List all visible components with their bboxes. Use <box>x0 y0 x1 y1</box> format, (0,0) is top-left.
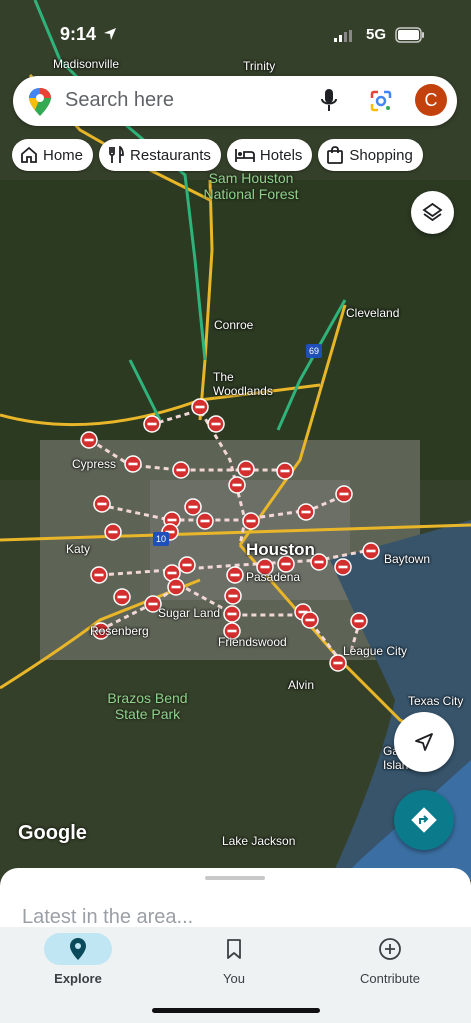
map-label-friendswood: Friendswood <box>218 635 287 649</box>
nav-explore-label: Explore <box>54 971 102 986</box>
directions-icon <box>411 807 437 833</box>
chip-label: Restaurants <box>130 146 211 164</box>
chip-home[interactable]: Home <box>12 139 94 171</box>
road-closure-icon[interactable] <box>104 523 122 541</box>
map-label-houston: Houston <box>246 540 315 559</box>
location-pin-icon <box>70 938 86 960</box>
road-closure-icon[interactable] <box>207 415 225 433</box>
road-closure-icon[interactable] <box>224 587 242 605</box>
shopping-bag-icon <box>327 146 344 164</box>
road-closure-icon[interactable] <box>178 556 196 574</box>
road-closure-icon[interactable] <box>334 558 352 576</box>
search-input[interactable]: Search here <box>65 89 174 112</box>
map-label-texas-city: Texas City <box>408 694 464 708</box>
road-shield-10: 10 <box>153 532 169 546</box>
map-label-alvin: Alvin <box>288 678 315 692</box>
road-closure-icon[interactable] <box>143 415 161 433</box>
map-label-baytown: Baytown <box>384 552 431 566</box>
status-bar: 9:14 5G <box>0 22 471 50</box>
road-closure-icon[interactable] <box>80 431 98 449</box>
battery-icon <box>395 27 424 43</box>
map-label-trinity: Trinity <box>243 59 276 73</box>
latest-heading: Latest in the area... <box>22 906 194 928</box>
bookmark-icon <box>227 939 241 959</box>
road-closure-icon[interactable] <box>191 398 209 416</box>
avatar[interactable]: C <box>415 84 447 116</box>
map-label-forest: Sam Houston National Forest <box>203 170 299 202</box>
road-closure-icon[interactable] <box>276 462 294 480</box>
map-label-pasadena: Pasadena <box>246 570 301 584</box>
nav-you[interactable]: You <box>174 933 294 986</box>
chip-label: Hotels <box>259 146 303 164</box>
road-closure-icon[interactable] <box>335 485 353 503</box>
road-closure-icon[interactable] <box>184 498 202 516</box>
restaurant-icon <box>109 146 124 163</box>
navigation-arrow-icon <box>415 733 433 751</box>
map-label-katy: Katy <box>66 542 91 556</box>
road-closure-icon[interactable] <box>297 503 315 521</box>
road-closure-icon[interactable] <box>237 460 255 478</box>
chip-restaurants[interactable]: Restaurants <box>99 139 221 171</box>
chip-label: Home <box>43 146 84 164</box>
road-shield-69: 69 <box>306 344 322 358</box>
status-time: 9:14 <box>60 24 97 44</box>
layers-icon <box>422 202 443 222</box>
road-closure-icon[interactable] <box>93 495 111 513</box>
search-bar[interactable]: Search here C <box>13 76 457 126</box>
road-closure-icon[interactable] <box>223 605 241 623</box>
nav-you-label: You <box>223 971 245 986</box>
sheet-drag-handle[interactable] <box>205 876 265 880</box>
road-closure-icon[interactable] <box>350 612 368 630</box>
map-label-rosenberg: Rosenberg <box>90 624 149 638</box>
add-circle-icon <box>379 938 401 960</box>
chip-shopping[interactable]: Shopping <box>318 139 423 171</box>
home-indicator <box>152 1008 320 1013</box>
road-closure-icon[interactable] <box>242 512 260 530</box>
nav-contribute-label: Contribute <box>360 971 420 986</box>
map-label-cleveland: Cleveland <box>346 306 400 320</box>
google-attribution: Google <box>18 822 87 844</box>
road-closure-icon[interactable] <box>113 588 131 606</box>
nav-contribute[interactable]: Contribute <box>330 933 450 986</box>
directions-button[interactable] <box>394 790 454 850</box>
home-icon <box>21 146 37 163</box>
road-closure-icon[interactable] <box>167 578 185 596</box>
signal-icon <box>334 30 352 42</box>
map-label-madisonville: Madisonville <box>53 57 120 71</box>
nav-explore[interactable]: Explore <box>18 933 138 986</box>
maps-pin-logo-icon <box>29 88 51 116</box>
category-chips: Home Restaurants Hotels Shopping <box>12 139 471 173</box>
road-closure-icon[interactable] <box>226 566 244 584</box>
nav-explore-active-pill <box>44 933 112 965</box>
chip-label: Shopping <box>349 146 413 164</box>
road-closure-icon[interactable] <box>124 455 142 473</box>
road-closure-icon[interactable] <box>301 611 319 629</box>
map-label-sugar-land: Sugar Land <box>158 606 221 620</box>
road-closure-icon[interactable] <box>90 566 108 584</box>
map-label-cypress: Cypress <box>72 457 117 471</box>
map-label-conroe: Conroe <box>214 318 254 332</box>
google-lens-icon[interactable] <box>370 90 392 112</box>
microphone-icon[interactable] <box>321 89 337 113</box>
my-location-button[interactable] <box>394 712 454 772</box>
map-label-woodlands: The Woodlands <box>213 370 273 398</box>
map-label-lake-jackson: Lake Jackson <box>222 834 296 848</box>
road-closure-icon[interactable] <box>172 461 190 479</box>
road-closure-icon[interactable] <box>228 476 246 494</box>
location-arrow-icon <box>104 28 116 40</box>
map-label-brazos: Brazos Bend State Park <box>107 690 188 722</box>
map-label-league-city: League City <box>343 644 408 658</box>
road-closure-icon[interactable] <box>362 542 380 560</box>
network-type: 5G <box>366 26 387 43</box>
chip-hotels[interactable]: Hotels <box>226 139 313 171</box>
hotel-icon <box>234 149 255 162</box>
layers-button[interactable] <box>411 191 454 234</box>
road-closure-icon[interactable] <box>196 512 214 530</box>
